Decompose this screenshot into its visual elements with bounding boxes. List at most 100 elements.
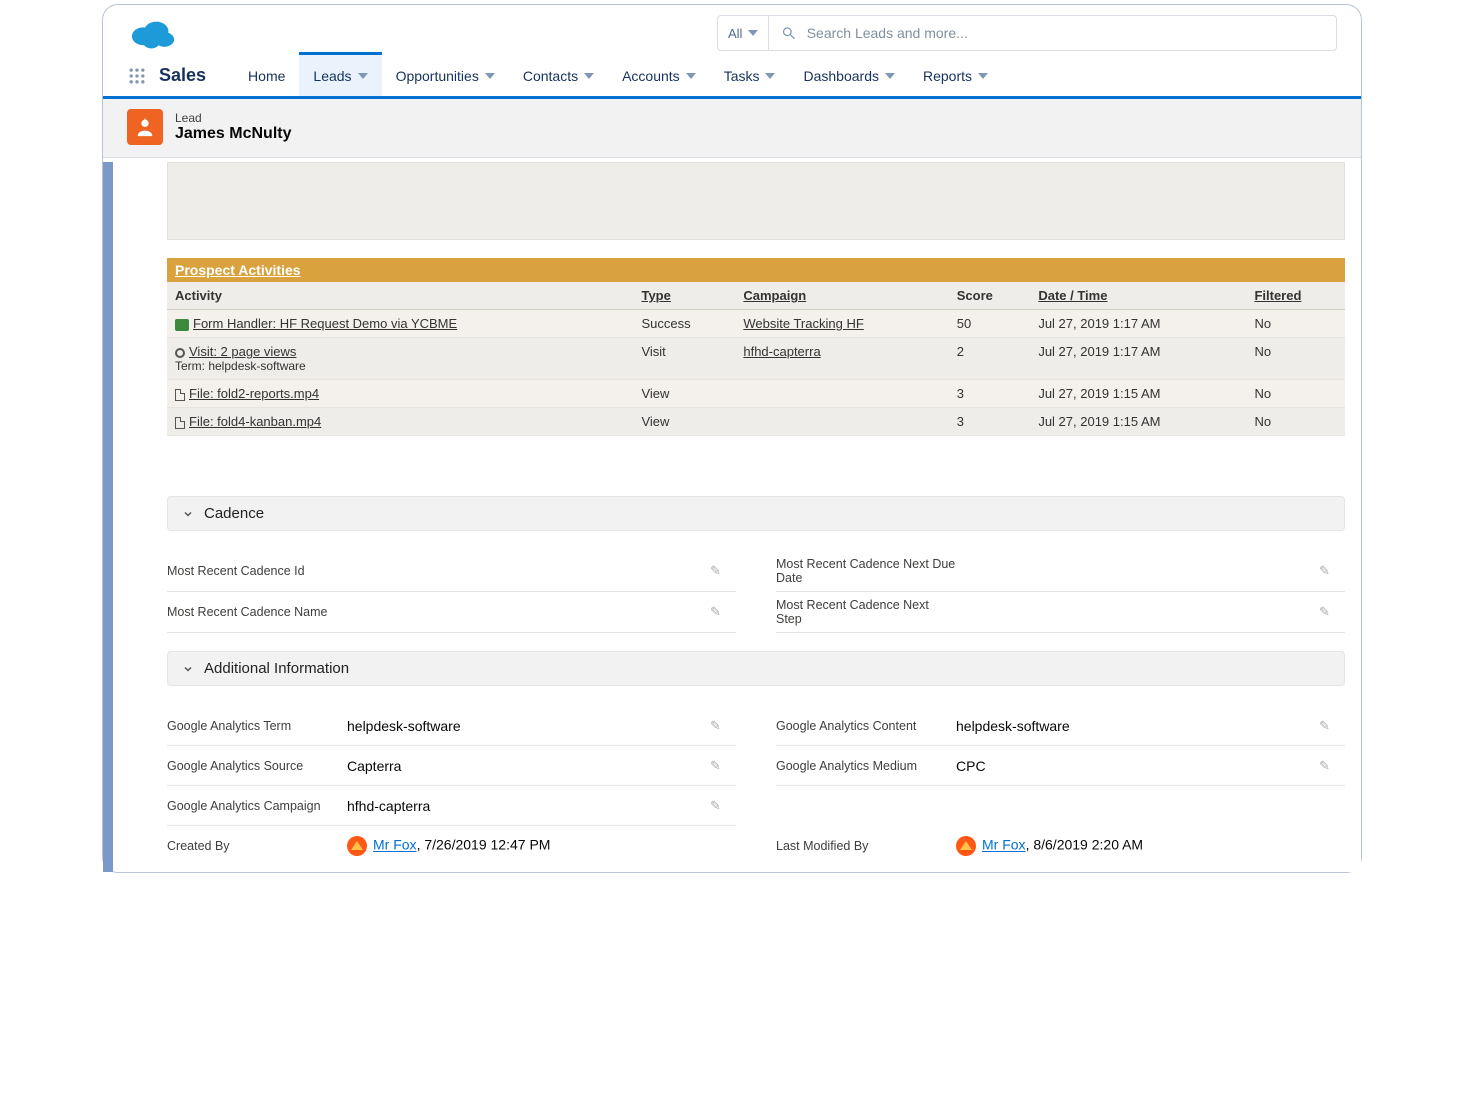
waffle-icon — [127, 66, 147, 86]
nav-item-leads[interactable]: Leads — [299, 52, 381, 96]
cell-campaign — [735, 380, 948, 408]
prospect-activities-title[interactable]: Prospect Activities — [167, 258, 1345, 282]
global-header: All — [103, 5, 1361, 55]
col-activity: Activity — [167, 282, 633, 310]
field-value: Mr Fox, 8/6/2019 2:20 AM — [956, 836, 1319, 856]
nav-item-label: Opportunities — [396, 68, 479, 84]
chevron-down-icon[interactable] — [584, 73, 594, 79]
cell-type: View — [633, 408, 735, 436]
cell-type: View — [633, 380, 735, 408]
field-value: Mr Fox, 7/26/2019 12:47 PM — [347, 836, 710, 856]
cell-datetime: Jul 27, 2019 1:17 AM — [1030, 310, 1246, 338]
chevron-down-icon[interactable] — [885, 73, 895, 79]
cell-campaign — [735, 408, 948, 436]
col-datetime[interactable]: Date / Time — [1030, 282, 1246, 310]
edit-icon[interactable]: ✎ — [1319, 604, 1345, 620]
field-label: Google Analytics Content — [776, 719, 956, 733]
table-row: Visit: 2 page views Term: helpdesk-softw… — [167, 338, 1345, 380]
field-label: Google Analytics Source — [167, 759, 347, 773]
chevron-down-icon[interactable] — [686, 73, 696, 79]
cell-filtered: No — [1246, 310, 1345, 338]
activity-link[interactable]: File: fold4-kanban.mp4 — [189, 414, 321, 429]
section-title: Additional Information — [204, 660, 349, 677]
field-label: Google Analytics Term — [167, 719, 347, 733]
created-by-date: , 7/26/2019 12:47 PM — [417, 837, 551, 853]
record-name: James McNulty — [175, 125, 292, 143]
search-input[interactable] — [807, 25, 1324, 41]
record-title-block: Lead James McNulty — [175, 111, 292, 143]
nav-item-label: Dashboards — [803, 68, 879, 84]
form-icon — [175, 319, 189, 331]
edit-icon[interactable]: ✎ — [1319, 758, 1345, 774]
file-icon — [175, 389, 185, 401]
campaign-link[interactable]: hfhd-capterra — [743, 344, 820, 359]
cell-datetime: Jul 27, 2019 1:15 AM — [1030, 408, 1246, 436]
file-icon — [175, 417, 185, 429]
field-cadence-name: Most Recent Cadence Name ✎ — [167, 592, 736, 633]
cell-type: Success — [633, 310, 735, 338]
section-additional-toggle[interactable]: Additional Information — [167, 651, 1345, 686]
nav-item-reports[interactable]: Reports — [909, 55, 1002, 96]
global-search: All — [717, 15, 1337, 51]
avatar-icon — [956, 836, 976, 856]
col-campaign[interactable]: Campaign — [735, 282, 948, 310]
field-label: Most Recent Cadence Id — [167, 564, 347, 578]
col-filtered[interactable]: Filtered — [1246, 282, 1345, 310]
field-label: Most Recent Cadence Name — [167, 605, 347, 619]
chevron-down-icon[interactable] — [765, 73, 775, 79]
edit-icon[interactable]: ✎ — [1319, 718, 1345, 734]
nav-item-contacts[interactable]: Contacts — [509, 55, 608, 96]
chevron-down-icon — [748, 30, 758, 36]
chevron-down-icon — [182, 663, 194, 675]
avatar-icon — [347, 836, 367, 856]
field-value: CPC — [956, 758, 1319, 774]
section-cadence-toggle[interactable]: Cadence — [167, 496, 1345, 531]
cadence-fields: Most Recent Cadence Id ✎ Most Recent Cad… — [167, 551, 1345, 633]
nav-item-label: Tasks — [724, 68, 760, 84]
app-launcher-button[interactable] — [127, 55, 147, 96]
content: Prospect Activities Activity Type Campai… — [119, 162, 1361, 872]
chevron-down-icon[interactable] — [358, 73, 368, 79]
col-type[interactable]: Type — [633, 282, 735, 310]
activity-link[interactable]: Form Handler: HF Request Demo via YCBME — [193, 316, 457, 331]
edit-icon[interactable]: ✎ — [710, 798, 736, 814]
nav-item-tasks[interactable]: Tasks — [710, 55, 790, 96]
field-ga-medium: Google Analytics Medium CPC ✎ — [776, 746, 1345, 786]
record-header: Lead James McNulty — [103, 99, 1361, 158]
user-link[interactable]: Mr Fox — [373, 837, 417, 853]
activity-link[interactable]: Visit: 2 page views — [189, 344, 296, 359]
activity-link[interactable]: File: fold2-reports.mp4 — [189, 386, 319, 401]
field-value: Capterra — [347, 758, 710, 774]
nav-item-home[interactable]: Home — [234, 55, 299, 96]
nav-item-dashboards[interactable]: Dashboards — [789, 55, 909, 96]
field-ga-term: Google Analytics Term helpdesk-software … — [167, 706, 736, 746]
section-title: Cadence — [204, 505, 264, 522]
prospect-activities-table: Activity Type Campaign Score Date / Time… — [167, 282, 1345, 436]
app-name: Sales — [159, 55, 206, 96]
edit-icon[interactable]: ✎ — [710, 758, 736, 774]
nav-item-opportunities[interactable]: Opportunities — [382, 55, 509, 96]
table-row: File: fold2-reports.mp4 View 3 Jul 27, 2… — [167, 380, 1345, 408]
body-wrap: Prospect Activities Activity Type Campai… — [103, 162, 1361, 872]
chevron-down-icon[interactable] — [485, 73, 495, 79]
search-scope-label: All — [728, 26, 742, 41]
chevron-down-icon[interactable] — [978, 73, 988, 79]
visit-icon — [175, 348, 185, 358]
cell-filtered: No — [1246, 408, 1345, 436]
cell-score: 50 — [949, 310, 1031, 338]
user-link[interactable]: Mr Fox — [982, 837, 1026, 853]
nav-item-label: Contacts — [523, 68, 578, 84]
search-scope-dropdown[interactable]: All — [718, 16, 769, 50]
edit-icon[interactable]: ✎ — [710, 718, 736, 734]
edit-icon[interactable]: ✎ — [710, 604, 736, 620]
edit-icon[interactable]: ✎ — [710, 563, 736, 579]
field-label: Created By — [167, 839, 347, 853]
field-ga-content: Google Analytics Content helpdesk-softwa… — [776, 706, 1345, 746]
cell-score: 3 — [949, 380, 1031, 408]
cell-score: 3 — [949, 408, 1031, 436]
field-cadence-next-due: Most Recent Cadence Next Due Date ✎ — [776, 551, 1345, 592]
edit-icon[interactable]: ✎ — [1319, 563, 1345, 579]
field-value: helpdesk-software — [956, 718, 1319, 734]
nav-item-accounts[interactable]: Accounts — [608, 55, 710, 96]
campaign-link[interactable]: Website Tracking HF — [743, 316, 863, 331]
